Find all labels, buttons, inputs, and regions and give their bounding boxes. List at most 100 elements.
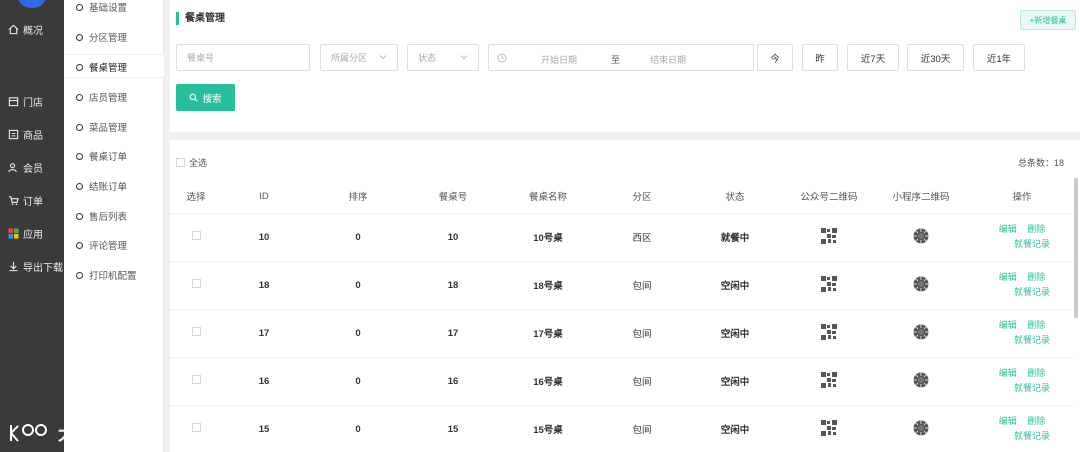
nav-apps[interactable]: 应用	[8, 226, 43, 241]
select-all-checkbox[interactable]	[176, 158, 185, 167]
page-title: 餐桌管理	[176, 12, 225, 25]
delete-link[interactable]: 删除	[1027, 414, 1045, 429]
row-miniapp-qrcode	[872, 405, 970, 452]
last-30-days-button[interactable]: 近30天	[907, 44, 964, 71]
row-select-cell	[170, 405, 222, 452]
main-content: 餐桌管理 +新增餐桌 餐桌号 所属分区 状态 开始日期 至 结束日期 今 昨 近…	[164, 0, 1080, 452]
cart-icon	[8, 196, 19, 206]
apps-icon	[8, 228, 19, 239]
last-7-days-button[interactable]: 近7天	[847, 44, 899, 71]
dining-records-link[interactable]: 就餐记录	[1014, 429, 1050, 444]
edit-link[interactable]: 编辑	[999, 414, 1017, 429]
table-row: 10 0 10 10号桌 西区 就餐中 编辑 删除 就餐记录	[170, 213, 1074, 262]
subnav-basic-settings[interactable]: 基础设置	[76, 0, 127, 14]
subnav-after-sales[interactable]: 售后列表	[76, 209, 127, 223]
miniapp-code-icon[interactable]	[913, 372, 929, 388]
nav-member[interactable]: 会员	[8, 160, 43, 175]
scrollbar[interactable]	[1074, 178, 1078, 318]
primary-sidebar: 概况 门店 商品 会员 订单 应用 导出下载	[0, 0, 64, 452]
table-row: 15 0 15 15号桌 包间 空闲中 编辑 删除 就餐记录	[170, 405, 1074, 452]
delete-link[interactable]: 删除	[1027, 366, 1045, 381]
subnav-checkout-orders[interactable]: 结账订单	[76, 179, 127, 193]
dining-records-link[interactable]: 就餐记录	[1014, 381, 1050, 396]
edit-link[interactable]: 编辑	[999, 222, 1017, 237]
circle-icon	[76, 93, 83, 101]
delete-link[interactable]: 删除	[1027, 318, 1045, 333]
col-table-no: 餐桌号	[410, 180, 496, 214]
member-icon	[8, 163, 17, 173]
row-mp-qrcode	[786, 261, 872, 310]
dining-records-link[interactable]: 就餐记录	[1014, 333, 1050, 348]
row-status: 就餐中	[684, 213, 786, 262]
watermark: 大数跨境	[8, 420, 130, 446]
row-id: 15	[222, 405, 306, 452]
zone-placeholder: 所属分区	[331, 53, 368, 63]
select-all[interactable]: 全选	[176, 156, 207, 169]
subnav-table-orders[interactable]: 餐桌订单	[76, 149, 127, 163]
subnav-label: 评论管理	[89, 241, 128, 252]
row-checkbox[interactable]	[191, 423, 201, 432]
row-zone: 包间	[600, 261, 684, 310]
miniapp-code-icon[interactable]	[913, 324, 929, 340]
delete-link[interactable]: 删除	[1027, 270, 1045, 285]
subnav-label: 餐桌管理	[89, 63, 128, 74]
nav-overview[interactable]: 概况	[8, 22, 43, 37]
subnav-label: 结账订单	[89, 182, 128, 193]
chevron-down-icon	[460, 55, 468, 60]
dining-records-link[interactable]: 就餐记录	[1014, 285, 1050, 300]
row-checkbox[interactable]	[191, 327, 201, 336]
subnav-zone-management[interactable]: 分区管理	[76, 30, 127, 44]
yesterday-button[interactable]: 昨	[802, 44, 838, 71]
dining-records-link[interactable]: 就餐记录	[1014, 237, 1050, 252]
edit-link[interactable]: 编辑	[999, 318, 1017, 333]
circle-icon	[76, 33, 83, 41]
row-status: 空闲中	[684, 357, 786, 406]
qrcode-icon[interactable]	[821, 371, 837, 388]
search-button[interactable]: 搜索	[176, 84, 235, 111]
start-date-placeholder: 开始日期	[541, 55, 578, 65]
subnav-staff-management[interactable]: 店员管理	[76, 90, 127, 104]
row-select-cell	[170, 357, 222, 406]
edit-link[interactable]: 编辑	[999, 270, 1017, 285]
row-miniapp-qrcode	[872, 309, 970, 358]
delete-link[interactable]: 删除	[1027, 222, 1045, 237]
row-status: 空闲中	[684, 261, 786, 310]
nav-goods[interactable]: 商品	[8, 127, 43, 142]
miniapp-code-icon[interactable]	[913, 228, 929, 244]
subnav-reviews[interactable]: 评论管理	[76, 238, 127, 252]
circle-icon	[76, 182, 83, 190]
qrcode-icon[interactable]	[821, 227, 837, 244]
qrcode-icon[interactable]	[821, 275, 837, 292]
download-icon	[9, 261, 18, 272]
row-checkbox[interactable]	[191, 375, 201, 384]
last-year-button[interactable]: 近1年	[973, 44, 1025, 71]
status-select[interactable]: 状态	[407, 44, 479, 71]
row-table-no: 18	[410, 261, 496, 310]
total-count: 总条数：18	[1017, 158, 1064, 168]
subnav-table-management[interactable]: 餐桌管理	[76, 60, 127, 74]
subnav-label: 菜品管理	[89, 123, 128, 134]
row-checkbox[interactable]	[191, 231, 201, 240]
nav-orders[interactable]: 订单	[8, 193, 43, 208]
subnav-dish-management[interactable]: 菜品管理	[76, 120, 127, 134]
circle-icon	[76, 212, 83, 220]
table-number-input[interactable]: 餐桌号	[176, 44, 310, 71]
row-sort: 0	[306, 309, 410, 358]
nav-store[interactable]: 门店	[8, 94, 43, 109]
date-range-picker[interactable]: 开始日期 至 结束日期	[488, 44, 754, 71]
edit-link[interactable]: 编辑	[999, 366, 1017, 381]
today-button[interactable]: 今	[757, 44, 793, 71]
zone-select[interactable]: 所属分区	[320, 44, 398, 71]
chevron-down-icon	[379, 55, 387, 60]
miniapp-code-icon[interactable]	[913, 276, 929, 292]
miniapp-code-icon[interactable]	[913, 420, 929, 436]
nav-export[interactable]: 导出下载	[8, 259, 63, 274]
col-actions: 操作	[970, 180, 1074, 214]
subnav-printer-config[interactable]: 打印机配置	[76, 268, 137, 282]
qrcode-icon[interactable]	[821, 419, 837, 436]
add-table-button[interactable]: +新增餐桌	[1020, 10, 1076, 30]
qrcode-icon[interactable]	[821, 323, 837, 340]
subnav-label: 售后列表	[89, 212, 128, 223]
circle-icon	[76, 3, 83, 11]
row-checkbox[interactable]	[191, 279, 201, 288]
